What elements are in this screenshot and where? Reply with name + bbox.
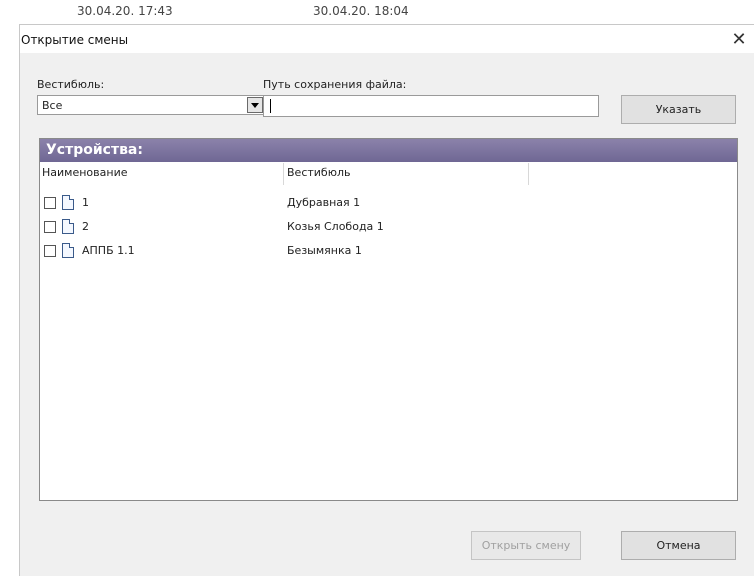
open-shift-dialog: Открытие смены ✕ Вестибюль: Все Путь сох… <box>19 24 754 576</box>
column-separator[interactable] <box>283 163 284 185</box>
row-checkbox[interactable] <box>44 197 56 209</box>
device-vestibule: Козья Слобода 1 <box>287 220 384 233</box>
cancel-button[interactable]: Отмена <box>621 531 736 560</box>
row-checkbox[interactable] <box>44 221 56 233</box>
document-icon <box>62 195 74 210</box>
text-caret <box>270 99 271 113</box>
device-name: АППБ 1.1 <box>82 244 135 257</box>
background-time-1: 30.04.20. 17:43 <box>77 4 173 18</box>
devices-panel: Устройства: Наименование Вестибюль 1 Дуб… <box>39 138 738 501</box>
path-input[interactable] <box>263 95 599 117</box>
table-row[interactable]: 1 Дубравная 1 <box>40 194 737 214</box>
device-name: 1 <box>82 196 89 209</box>
close-icon[interactable]: ✕ <box>724 25 754 55</box>
browse-button[interactable]: Указать <box>621 95 736 124</box>
open-shift-button[interactable]: Открыть смену <box>471 531 581 560</box>
column-header-name[interactable]: Наименование <box>42 165 127 185</box>
row-checkbox[interactable] <box>44 245 56 257</box>
background-time-2: 30.04.20. 18:04 <box>313 4 409 18</box>
column-separator[interactable] <box>528 163 529 185</box>
document-icon <box>62 243 74 258</box>
table-row[interactable]: 2 Козья Слобода 1 <box>40 218 737 238</box>
dialog-title: Открытие смены <box>21 33 129 47</box>
device-name: 2 <box>82 220 89 233</box>
column-header-vestibule[interactable]: Вестибюль <box>287 165 350 185</box>
path-label: Путь сохранения файла: <box>263 78 407 91</box>
dialog-titlebar: Открытие смены ✕ <box>20 25 754 53</box>
devices-panel-header: Устройства: <box>40 139 737 162</box>
table-row[interactable]: АППБ 1.1 Безымянка 1 <box>40 242 737 262</box>
device-vestibule: Дубравная 1 <box>287 196 361 209</box>
vestibule-select-value: Все <box>42 99 63 112</box>
document-icon <box>62 219 74 234</box>
vestibule-label: Вестибюль: <box>37 78 105 91</box>
chevron-down-icon[interactable] <box>247 97 263 113</box>
background-window-strip: 30.04.20. 17:43 30.04.20. 18:04 <box>0 0 754 20</box>
vestibule-select[interactable]: Все <box>37 95 265 115</box>
device-vestibule: Безымянка 1 <box>287 244 362 257</box>
